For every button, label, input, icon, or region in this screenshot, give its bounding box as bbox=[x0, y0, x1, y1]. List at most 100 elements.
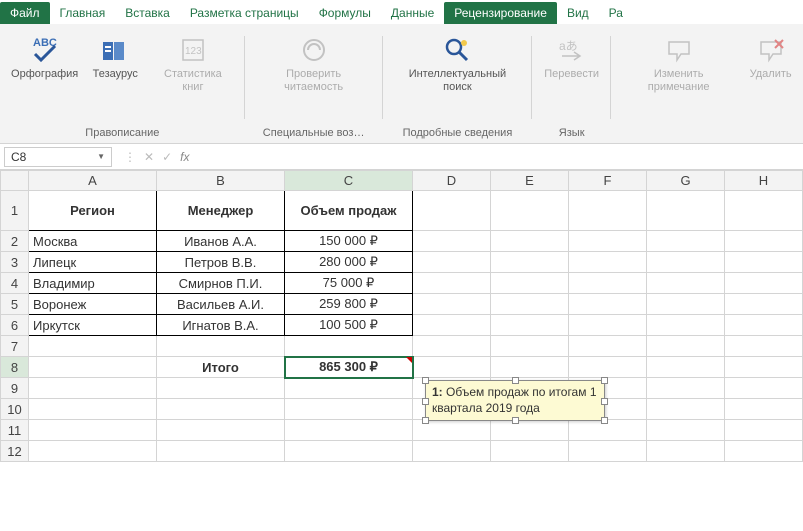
cell-f5[interactable] bbox=[569, 294, 647, 315]
tab-file[interactable]: Файл bbox=[0, 2, 50, 24]
cell-g11[interactable] bbox=[647, 420, 725, 441]
cell-c8[interactable]: 865 300 ₽ bbox=[285, 357, 413, 378]
thesaurus-button[interactable]: Тезаурус bbox=[87, 32, 143, 83]
cell-g10[interactable] bbox=[647, 399, 725, 420]
row-head-1[interactable]: 1 bbox=[1, 191, 29, 231]
grid[interactable]: A B C D E F G H 1 Регион Менеджер Объем … bbox=[0, 170, 803, 462]
cell-b5[interactable]: Васильев А.И. bbox=[157, 294, 285, 315]
cell-c10[interactable] bbox=[285, 399, 413, 420]
cell-h8[interactable] bbox=[725, 357, 803, 378]
col-head-d[interactable]: D bbox=[413, 171, 491, 191]
cell-b11[interactable] bbox=[157, 420, 285, 441]
select-all-corner[interactable] bbox=[1, 171, 29, 191]
row-head-4[interactable]: 4 bbox=[1, 273, 29, 294]
cell-c1[interactable]: Объем продаж bbox=[285, 191, 413, 231]
cell-c9[interactable] bbox=[285, 378, 413, 399]
row-head-12[interactable]: 12 bbox=[1, 441, 29, 462]
fb-cancel-icon[interactable]: ✕ bbox=[144, 150, 154, 164]
row-head-9[interactable]: 9 bbox=[1, 378, 29, 399]
cell-a11[interactable] bbox=[29, 420, 157, 441]
row-head-7[interactable]: 7 bbox=[1, 336, 29, 357]
cell-e5[interactable] bbox=[491, 294, 569, 315]
comment-box[interactable]: 1: Объем продаж по итогам 1 квартала 201… bbox=[425, 380, 605, 421]
cell-g1[interactable] bbox=[647, 191, 725, 231]
cell-b4[interactable]: Смирнов П.И. bbox=[157, 273, 285, 294]
cell-d3[interactable] bbox=[413, 252, 491, 273]
cell-a5[interactable]: Воронеж bbox=[29, 294, 157, 315]
cell-c11[interactable] bbox=[285, 420, 413, 441]
cell-h12[interactable] bbox=[725, 441, 803, 462]
spellcheck-button[interactable]: ABC Орфография bbox=[6, 32, 83, 83]
cell-b9[interactable] bbox=[157, 378, 285, 399]
cell-b1[interactable]: Менеджер bbox=[157, 191, 285, 231]
tab-data[interactable]: Данные bbox=[381, 2, 444, 24]
cell-f4[interactable] bbox=[569, 273, 647, 294]
cell-g7[interactable] bbox=[647, 336, 725, 357]
cell-e1[interactable] bbox=[491, 191, 569, 231]
cell-g5[interactable] bbox=[647, 294, 725, 315]
col-head-e[interactable]: E bbox=[491, 171, 569, 191]
cell-a3[interactable]: Липецк bbox=[29, 252, 157, 273]
row-head-5[interactable]: 5 bbox=[1, 294, 29, 315]
row-head-8[interactable]: 8 bbox=[1, 357, 29, 378]
resize-handle[interactable] bbox=[601, 398, 608, 405]
cell-e7[interactable] bbox=[491, 336, 569, 357]
cell-g8[interactable] bbox=[647, 357, 725, 378]
cell-h2[interactable] bbox=[725, 231, 803, 252]
formula-input[interactable] bbox=[197, 147, 803, 167]
cell-g12[interactable] bbox=[647, 441, 725, 462]
chevron-down-icon[interactable]: ▼ bbox=[97, 152, 105, 161]
cell-e12[interactable] bbox=[491, 441, 569, 462]
cell-e4[interactable] bbox=[491, 273, 569, 294]
resize-handle[interactable] bbox=[512, 417, 519, 424]
cell-c12[interactable] bbox=[285, 441, 413, 462]
cell-c6[interactable]: 100 500 ₽ bbox=[285, 315, 413, 336]
cell-f6[interactable] bbox=[569, 315, 647, 336]
cell-b8[interactable]: Итого bbox=[157, 357, 285, 378]
tab-insert[interactable]: Вставка bbox=[115, 2, 180, 24]
cell-a12[interactable] bbox=[29, 441, 157, 462]
cell-e2[interactable] bbox=[491, 231, 569, 252]
row-head-2[interactable]: 2 bbox=[1, 231, 29, 252]
tab-home[interactable]: Главная bbox=[50, 2, 116, 24]
cell-a7[interactable] bbox=[29, 336, 157, 357]
tab-formulas[interactable]: Формулы bbox=[309, 2, 381, 24]
tab-ra[interactable]: Ра bbox=[599, 2, 633, 24]
cell-a1[interactable]: Регион bbox=[29, 191, 157, 231]
row-head-10[interactable]: 10 bbox=[1, 399, 29, 420]
fb-confirm-icon[interactable]: ✓ bbox=[162, 150, 172, 164]
cell-h10[interactable] bbox=[725, 399, 803, 420]
cell-d5[interactable] bbox=[413, 294, 491, 315]
cell-b10[interactable] bbox=[157, 399, 285, 420]
cell-f3[interactable] bbox=[569, 252, 647, 273]
cell-d6[interactable] bbox=[413, 315, 491, 336]
resize-handle[interactable] bbox=[422, 417, 429, 424]
cell-c2[interactable]: 150 000 ₽ bbox=[285, 231, 413, 252]
cell-h6[interactable] bbox=[725, 315, 803, 336]
row-head-11[interactable]: 11 bbox=[1, 420, 29, 441]
col-head-h[interactable]: H bbox=[725, 171, 803, 191]
tab-review[interactable]: Рецензирование bbox=[444, 2, 557, 24]
cell-c7[interactable] bbox=[285, 336, 413, 357]
cell-h1[interactable] bbox=[725, 191, 803, 231]
cell-b6[interactable]: Игнатов В.А. bbox=[157, 315, 285, 336]
cell-e6[interactable] bbox=[491, 315, 569, 336]
smartlookup-button[interactable]: Интеллектуальный поиск bbox=[389, 32, 527, 96]
cell-d12[interactable] bbox=[413, 441, 491, 462]
cell-h4[interactable] bbox=[725, 273, 803, 294]
cell-f7[interactable] bbox=[569, 336, 647, 357]
cell-e11[interactable] bbox=[491, 420, 569, 441]
cell-h7[interactable] bbox=[725, 336, 803, 357]
cell-f8[interactable] bbox=[569, 357, 647, 378]
cell-c4[interactable]: 75 000 ₽ bbox=[285, 273, 413, 294]
cell-h9[interactable] bbox=[725, 378, 803, 399]
cell-f2[interactable] bbox=[569, 231, 647, 252]
cell-a6[interactable]: Иркутск bbox=[29, 315, 157, 336]
col-head-g[interactable]: G bbox=[647, 171, 725, 191]
cell-g9[interactable] bbox=[647, 378, 725, 399]
resize-handle[interactable] bbox=[512, 377, 519, 384]
cell-c5[interactable]: 259 800 ₽ bbox=[285, 294, 413, 315]
name-box[interactable]: C8 ▼ bbox=[4, 147, 112, 167]
cell-d2[interactable] bbox=[413, 231, 491, 252]
cell-b7[interactable] bbox=[157, 336, 285, 357]
